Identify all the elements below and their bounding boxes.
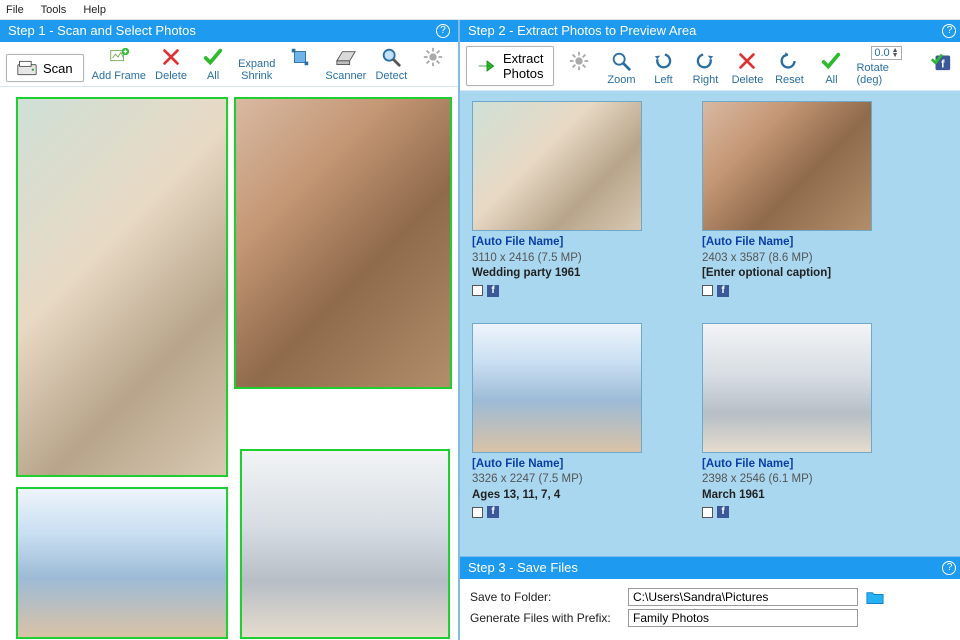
dimensions-label: 3110 x 2416 (7.5 MP) bbox=[472, 251, 672, 267]
checkmark-icon bbox=[820, 50, 842, 72]
extract-photos-button[interactable]: Extract Photos bbox=[466, 46, 554, 86]
delete-icon bbox=[736, 50, 758, 72]
facebook-icon[interactable]: f bbox=[717, 506, 729, 518]
facebook-icon[interactable]: f bbox=[717, 285, 729, 297]
step3-section: Step 3 - Save Files ? Save to Folder: Ge… bbox=[460, 556, 960, 640]
svg-text:f: f bbox=[941, 58, 945, 70]
checkmark-icon bbox=[202, 46, 224, 68]
step2-help-icon[interactable]: ? bbox=[942, 24, 956, 38]
expand-shrink-button[interactable]: Expand Shrink bbox=[238, 58, 275, 82]
caption-field[interactable]: Ages 13, 11, 7, 4 bbox=[472, 488, 672, 504]
preview-thumbnail[interactable] bbox=[472, 323, 642, 453]
step3-header: Step 3 - Save Files ? bbox=[460, 557, 960, 579]
step1-toolbar: Scan Add Frame Delete All Expand Shrink bbox=[0, 42, 458, 87]
dimensions-label: 2398 x 2546 (6.1 MP) bbox=[702, 472, 902, 488]
preview-thumbnail[interactable] bbox=[702, 323, 872, 453]
preview-item[interactable]: [Auto File Name]3110 x 2416 (7.5 MP)Wedd… bbox=[472, 101, 672, 297]
caption-field[interactable]: March 1961 bbox=[702, 488, 902, 504]
add-frame-button[interactable]: Add Frame bbox=[92, 46, 146, 82]
auto-file-name[interactable]: [Auto File Name] bbox=[702, 235, 902, 251]
select-checkbox[interactable] bbox=[472, 507, 483, 518]
reset-button[interactable]: Reset bbox=[772, 50, 806, 86]
scanned-photo bbox=[18, 489, 226, 637]
step3-help-icon[interactable]: ? bbox=[942, 561, 956, 575]
selection-frame[interactable] bbox=[16, 97, 228, 477]
select-checkbox[interactable] bbox=[702, 507, 713, 518]
arrow-right-icon bbox=[477, 57, 497, 75]
step3-title: Step 3 - Save Files bbox=[468, 557, 578, 579]
caption-field[interactable]: Wedding party 1961 bbox=[472, 266, 672, 282]
step1-title: Step 1 - Scan and Select Photos bbox=[8, 20, 196, 42]
scanner-button[interactable]: Scanner bbox=[325, 46, 366, 82]
scanned-photo bbox=[242, 451, 448, 637]
rotate-left-icon bbox=[652, 50, 674, 72]
scan-area[interactable] bbox=[0, 87, 458, 640]
settings-button-s2[interactable] bbox=[562, 50, 596, 86]
rotate-spinner[interactable]: 0.0 ▲▼ bbox=[871, 46, 901, 60]
facebook-icon[interactable]: f bbox=[487, 285, 499, 297]
flatbed-scanner-icon bbox=[335, 46, 357, 68]
facebook-button[interactable]: f bbox=[924, 50, 958, 86]
menu-bar: File Tools Help bbox=[0, 0, 960, 20]
browse-folder-button[interactable] bbox=[866, 590, 884, 604]
settings-button-s1[interactable] bbox=[416, 46, 450, 82]
scanner-icon bbox=[17, 59, 37, 77]
facebook-check-icon: f bbox=[930, 50, 952, 72]
rotate-degrees-control[interactable]: 0.0 ▲▼ Rotate (deg) bbox=[856, 46, 916, 86]
preview-thumbnail[interactable] bbox=[472, 101, 642, 231]
prefix-label: Generate Files with Prefix: bbox=[470, 611, 620, 625]
preview-item[interactable]: [Auto File Name]2398 x 2546 (6.1 MP)Marc… bbox=[702, 323, 902, 519]
rotate-right-icon bbox=[694, 50, 716, 72]
zoom-icon bbox=[610, 50, 632, 72]
auto-file-name[interactable]: [Auto File Name] bbox=[472, 235, 672, 251]
preview-area: [Auto File Name]3110 x 2416 (7.5 MP)Wedd… bbox=[460, 91, 960, 556]
preview-item[interactable]: [Auto File Name]3326 x 2247 (7.5 MP)Ages… bbox=[472, 323, 672, 519]
step2-title: Step 2 - Extract Photos to Preview Area bbox=[468, 20, 696, 42]
auto-file-name[interactable]: [Auto File Name] bbox=[472, 457, 672, 473]
all-button-s2[interactable]: All bbox=[814, 50, 848, 86]
spinner-arrows-icon[interactable]: ▲▼ bbox=[892, 48, 899, 58]
step2-header: Step 2 - Extract Photos to Preview Area … bbox=[460, 20, 960, 42]
gear-icon bbox=[422, 46, 444, 68]
step1-header: Step 1 - Scan and Select Photos ? bbox=[0, 20, 458, 42]
auto-file-name[interactable]: [Auto File Name] bbox=[702, 457, 902, 473]
zoom-button[interactable]: Zoom bbox=[604, 50, 638, 86]
facebook-icon[interactable]: f bbox=[487, 506, 499, 518]
add-frame-icon bbox=[108, 46, 130, 68]
step2-toolbar: Extract Photos Zoom Left Right Delete bbox=[460, 42, 960, 91]
preview-item[interactable]: [Auto File Name]2403 x 3587 (8.6 MP)[Ent… bbox=[702, 101, 902, 297]
scanned-photo bbox=[18, 99, 226, 475]
undo-icon bbox=[778, 50, 800, 72]
selection-frame[interactable] bbox=[240, 449, 450, 639]
delete-icon bbox=[160, 46, 182, 68]
rotate-left-button[interactable]: Left bbox=[646, 50, 680, 86]
detect-button[interactable]: Detect bbox=[374, 46, 408, 82]
magnifier-icon bbox=[380, 46, 402, 68]
menu-file[interactable]: File bbox=[6, 4, 24, 16]
expand-shrink-icon-button[interactable] bbox=[283, 46, 317, 82]
save-to-label: Save to Folder: bbox=[470, 590, 620, 604]
delete-button-s1[interactable]: Delete bbox=[154, 46, 188, 82]
select-checkbox[interactable] bbox=[472, 285, 483, 296]
rotate-right-button[interactable]: Right bbox=[688, 50, 722, 86]
all-button-s1[interactable]: All bbox=[196, 46, 230, 82]
select-checkbox[interactable] bbox=[702, 285, 713, 296]
preview-thumbnail[interactable] bbox=[702, 101, 872, 231]
delete-button-s2[interactable]: Delete bbox=[730, 50, 764, 86]
menu-tools[interactable]: Tools bbox=[41, 4, 67, 16]
scan-button[interactable]: Scan bbox=[6, 54, 84, 82]
save-to-input[interactable] bbox=[628, 588, 858, 606]
dimensions-label: 3326 x 2247 (7.5 MP) bbox=[472, 472, 672, 488]
selection-frame[interactable] bbox=[234, 97, 452, 389]
caption-field[interactable]: [Enter optional caption] bbox=[702, 266, 902, 282]
dimensions-label: 2403 x 3587 (8.6 MP) bbox=[702, 251, 902, 267]
menu-help[interactable]: Help bbox=[83, 4, 106, 16]
prefix-input[interactable] bbox=[628, 609, 858, 627]
selection-frame[interactable] bbox=[16, 487, 228, 639]
step1-help-icon[interactable]: ? bbox=[436, 24, 450, 38]
resize-icon bbox=[289, 46, 311, 68]
scanned-photo bbox=[236, 99, 450, 387]
gear-icon bbox=[568, 50, 590, 72]
